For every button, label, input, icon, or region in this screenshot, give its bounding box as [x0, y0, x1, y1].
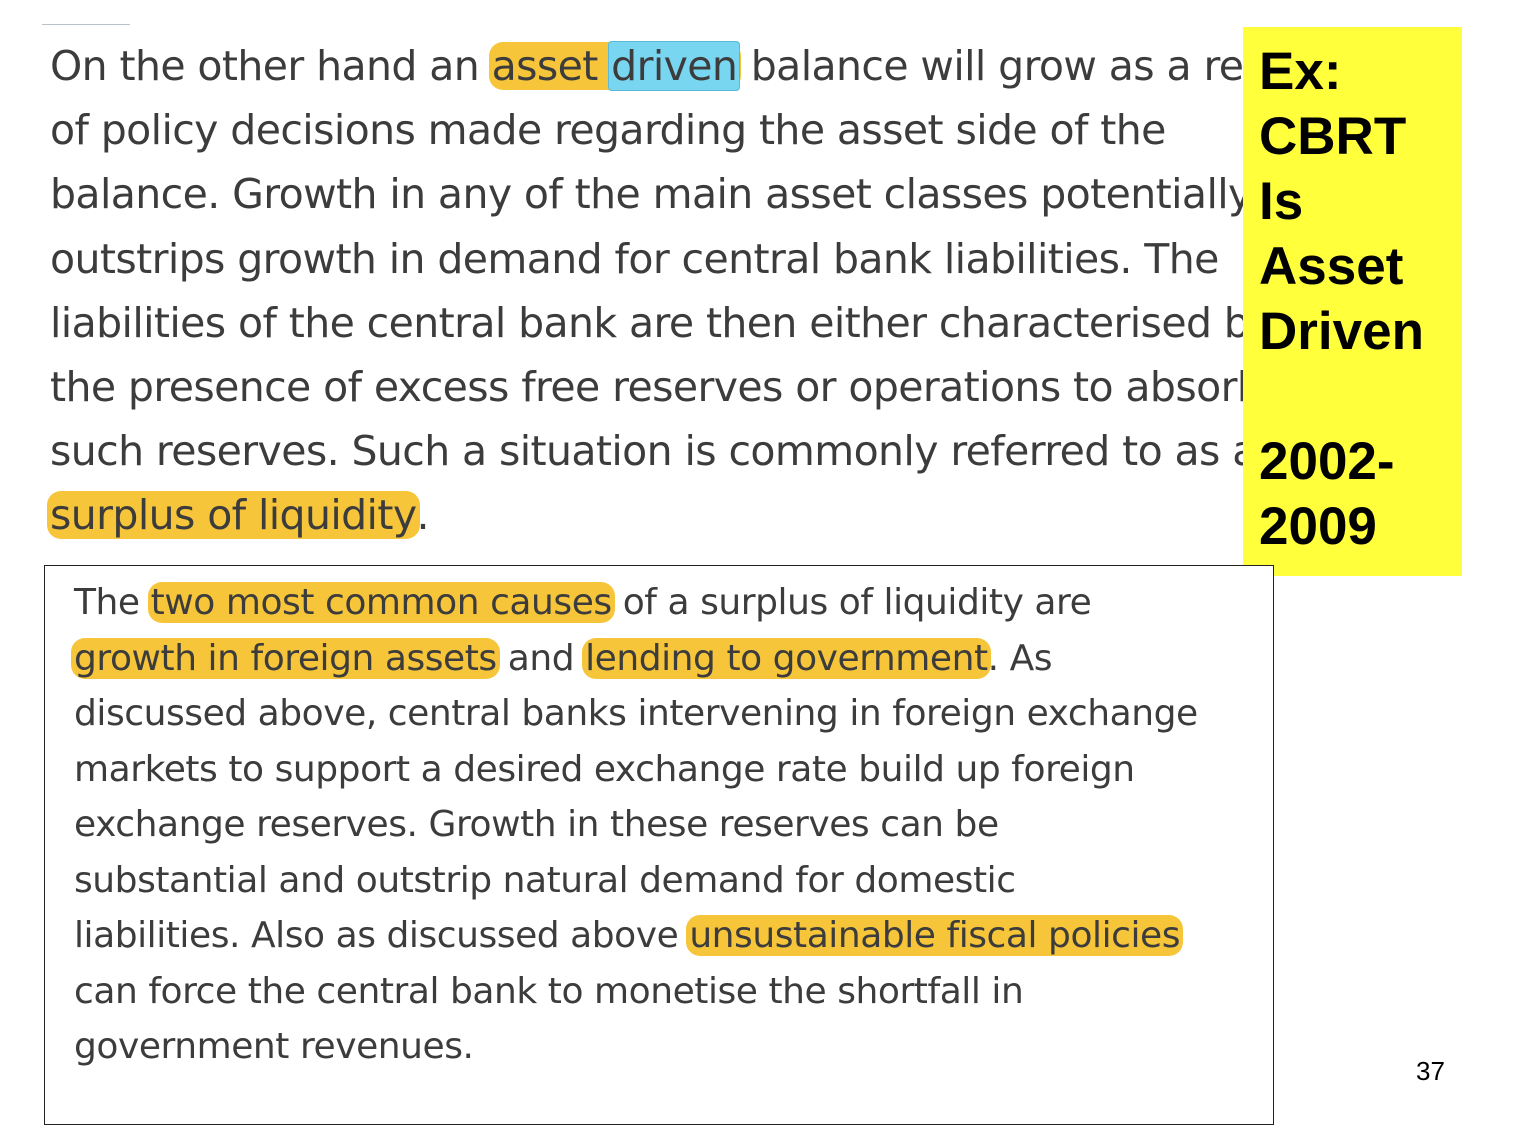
highlight-lending-to-government: lending to government	[582, 637, 991, 679]
highlight-surplus-of-liquidity: surplus of liquidity	[47, 491, 420, 540]
bottom-excerpt-line: growth in foreign assets and lending to …	[71, 631, 1198, 687]
bottom-excerpt-line: exchange reserves. Growth in these reser…	[74, 804, 999, 845]
text-span: liabilities. Also as discussed above	[74, 915, 690, 956]
bottom-excerpt: The two most common causes of a surplus …	[71, 575, 1198, 1075]
callout-line: 2002-	[1259, 432, 1395, 491]
bottom-excerpt-line: liabilities. Also as discussed above uns…	[74, 908, 1198, 964]
callout-line: Ex:	[1259, 42, 1342, 101]
callout-spacer	[1259, 364, 1462, 429]
top-divider	[42, 24, 130, 25]
highlight-two-most-common-causes: two most common causes	[147, 582, 615, 623]
top-excerpt-line: such reserves. Such a situation is commo…	[50, 427, 1257, 476]
top-excerpt-line: the presence of excess free reserves or …	[50, 363, 1263, 412]
text-span: The	[74, 582, 151, 623]
callout-box: Ex: CBRT Is Asset Driven 2002- 2009	[1243, 27, 1462, 576]
top-excerpt-line: liabilities of the central bank are then…	[50, 298, 1274, 347]
bottom-excerpt-line: government revenues.	[74, 1026, 474, 1067]
highlight-unsustainable-fiscal-policies: unsustainable fiscal policies	[686, 915, 1184, 956]
bottom-excerpt-line: markets to support a desired exchange ra…	[74, 748, 1135, 790]
bottom-excerpt-line: discussed above, central banks interveni…	[74, 693, 1198, 734]
bottom-excerpt-line: substantial and outstrip natural demand …	[74, 859, 1016, 901]
top-excerpt-line: outstrips growth in demand for central b…	[50, 234, 1219, 283]
bottom-excerpt-line: The two most common causes of a surplus …	[74, 575, 1198, 631]
bottom-excerpt-box: The two most common causes of a surplus …	[44, 565, 1274, 1125]
text-span: .	[416, 491, 430, 540]
top-excerpt-line: balance. Growth in any of the main asset…	[50, 170, 1252, 219]
highlight-asset-driven: asset driven	[488, 41, 742, 91]
callout-line: Asset	[1259, 237, 1404, 296]
text-span: and	[496, 637, 586, 679]
top-excerpt-line: of policy decisions made regarding the a…	[50, 106, 1166, 155]
text-span: On the other hand an	[50, 42, 492, 90]
top-excerpt-line: On the other hand an asset driven balanc…	[50, 34, 1316, 98]
bottom-excerpt-line: can force the central bank to monetise t…	[74, 970, 1024, 1012]
text-span: . As	[987, 637, 1053, 679]
top-excerpt-line: surplus of liquidity.	[47, 483, 1250, 547]
page-number: 37	[1416, 1056, 1445, 1086]
top-excerpt: On the other hand an asset driven balanc…	[47, 34, 1316, 548]
text-span: balance will grow as a result	[738, 42, 1317, 90]
callout-line: 2009	[1259, 497, 1377, 556]
selected-word-driven[interactable]: driven	[608, 41, 741, 91]
callout-line: Driven	[1259, 302, 1424, 361]
text-span: of a surplus of liquidity are	[611, 582, 1092, 623]
highlight-text: asset	[491, 42, 611, 90]
callout-line: CBRT	[1259, 107, 1407, 166]
highlight-growth-in-foreign-assets: growth in foreign assets	[71, 637, 500, 679]
callout-line: Is	[1259, 172, 1304, 231]
